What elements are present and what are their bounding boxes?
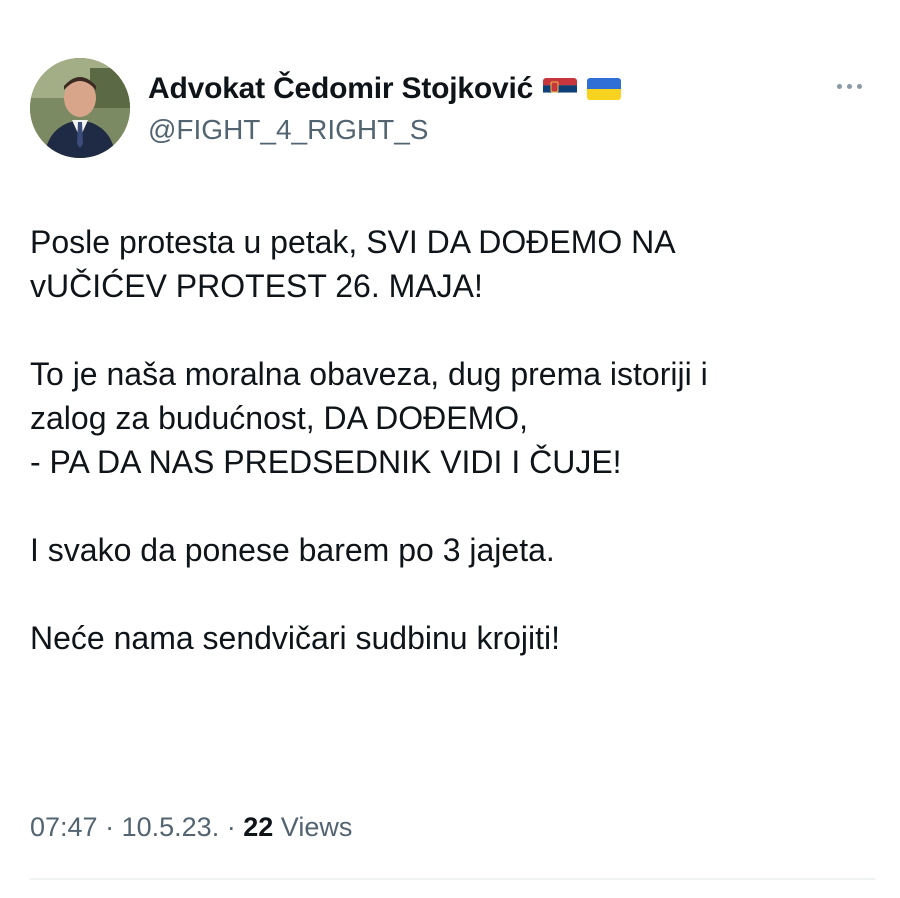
views-count[interactable]: 22 — [243, 812, 273, 842]
tweet-meta: 07:47 · 10.5.23. · 22 Views — [30, 812, 352, 843]
tweet-line: - PA DA NAS PREDSEDNIK VIDI I ČUJE! — [30, 444, 622, 480]
meta-separator: · — [105, 812, 115, 842]
tweet-line: Posle protesta u petak, SVI DA DOĐEMO NA — [30, 224, 676, 260]
avatar-photo — [30, 58, 130, 158]
author-names: Advokat Čedomir Stojković @FIGHT_4_RIGHT… — [148, 70, 622, 146]
display-name[interactable]: Advokat Čedomir Stojković — [148, 72, 533, 106]
more-dot — [837, 84, 842, 89]
more-horizontal-icon[interactable] — [831, 78, 868, 95]
tweet-line: zalog za budućnost, DA DOĐEMO, — [30, 400, 528, 436]
views-label: Views — [280, 812, 353, 842]
divider — [30, 878, 875, 880]
tweet-card: Advokat Čedomir Stojković @FIGHT_4_RIGHT… — [0, 0, 900, 898]
tweet-line: Neće nama sendvičari sudbinu krojiti! — [30, 620, 561, 656]
tweet-paragraph: I svako da ponese barem po 3 jajeta. — [30, 528, 870, 572]
tweet-text: Posle protesta u petak, SVI DA DOĐEMO NA… — [30, 220, 870, 704]
more-dot — [847, 84, 852, 89]
display-name-row: Advokat Čedomir Stojković — [148, 70, 622, 108]
tweet-date[interactable]: 10.5.23. — [122, 812, 220, 842]
tweet-line: To je naša moralna obaveza, dug prema is… — [30, 356, 708, 392]
meta-separator: · — [226, 812, 236, 842]
tweet-paragraph: To je naša moralna obaveza, dug prema is… — [30, 352, 870, 484]
tweet-line: vUČIĆEV PROTEST 26. MAJA! — [30, 268, 483, 304]
ukraine-flag-icon — [587, 78, 622, 100]
tweet-line: I svako da ponese barem po 3 jajeta. — [30, 532, 555, 568]
serbia-flag-icon — [543, 78, 578, 100]
more-dot — [857, 84, 862, 89]
tweet-paragraph: Posle protesta u petak, SVI DA DOĐEMO NA… — [30, 220, 870, 308]
tweet-paragraph: Neće nama sendvičari sudbinu krojiti! — [30, 616, 870, 660]
tweet-header: Advokat Čedomir Stojković @FIGHT_4_RIGHT… — [30, 58, 880, 158]
handle[interactable]: @FIGHT_4_RIGHT_S — [148, 114, 621, 146]
avatar[interactable] — [30, 58, 130, 158]
tweet-time[interactable]: 07:47 — [30, 812, 98, 842]
